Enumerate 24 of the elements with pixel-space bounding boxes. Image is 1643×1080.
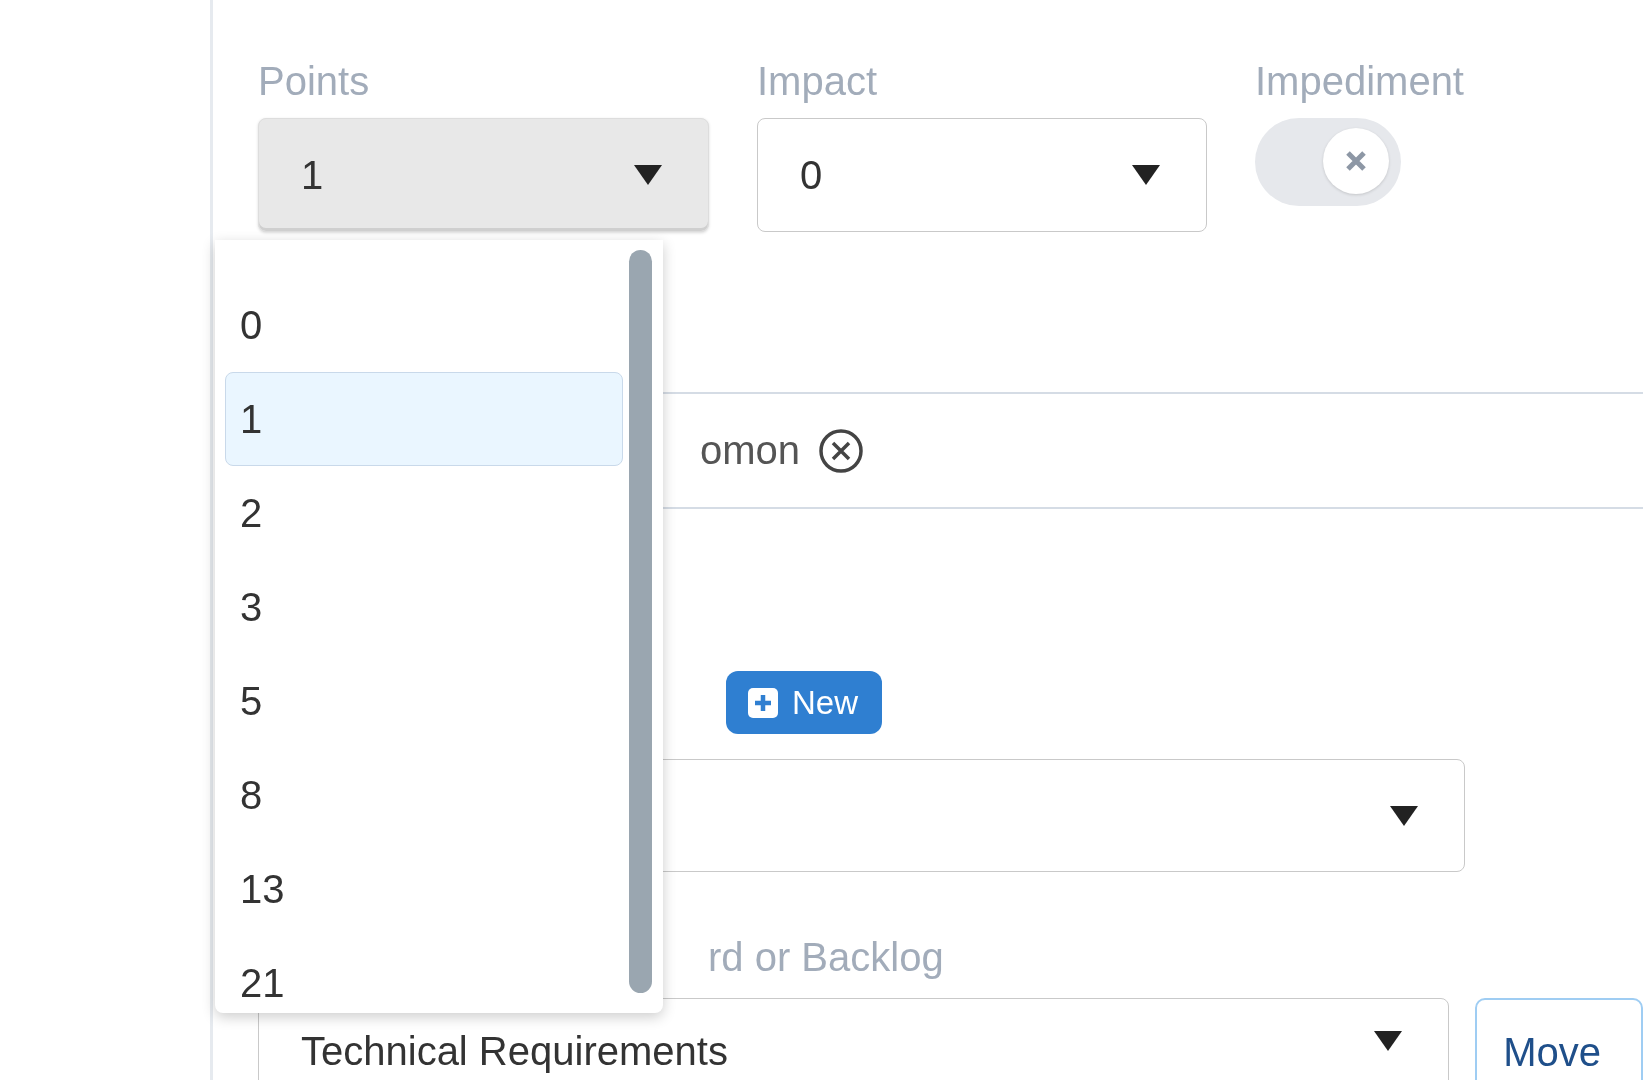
scrollbar[interactable] [629, 250, 652, 993]
select-field[interactable]: 1 [258, 118, 709, 232]
menu-option[interactable]: 13 [225, 842, 623, 936]
menu-option[interactable]: 8 [225, 748, 623, 842]
menu-option[interactable]: 1 [225, 372, 623, 466]
menu-option[interactable]: 5 [225, 654, 623, 748]
menu-option[interactable]: 3 [225, 560, 623, 654]
field-label: rd or Backlog [708, 934, 945, 981]
menu-option[interactable]: 2 [225, 466, 623, 560]
plus-icon [748, 687, 778, 718]
tag-label: omon [700, 428, 801, 473]
field-label: Points [258, 58, 371, 105]
caret-icon [1388, 803, 1420, 828]
field-label: Impact [757, 58, 879, 105]
caret-icon [632, 163, 664, 187]
move-button[interactable]: Move [1475, 998, 1643, 1080]
caret-icon [1130, 163, 1162, 187]
caret-icon [1372, 1029, 1405, 1053]
select-field[interactable]: Technical Requirements [258, 998, 1450, 1080]
new-button[interactable]: New [726, 671, 883, 734]
field-label: Impediment [1255, 58, 1464, 105]
remove-icon[interactable] [818, 427, 865, 474]
menu-option[interactable]: 0 [225, 278, 623, 372]
select-field[interactable]: 0 [757, 118, 1207, 232]
